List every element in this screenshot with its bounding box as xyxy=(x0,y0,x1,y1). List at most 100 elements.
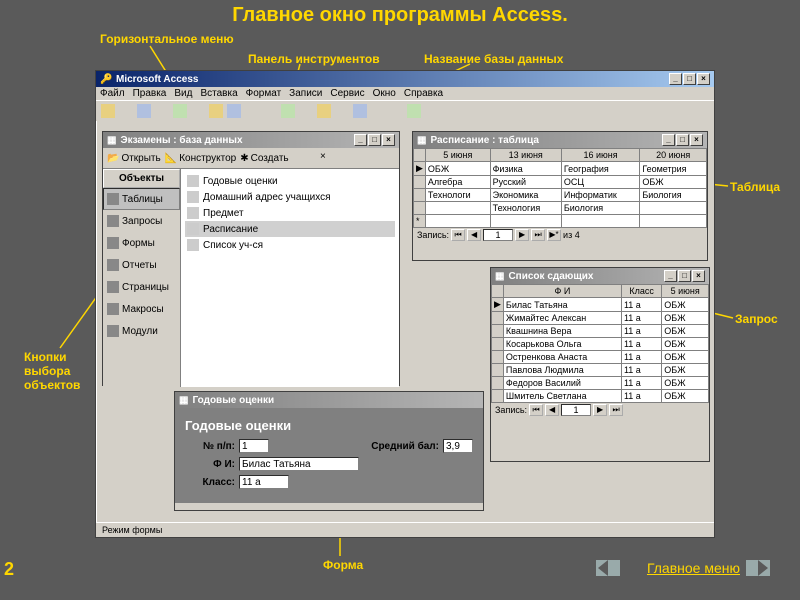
design-button[interactable]: 📐Конструктор xyxy=(165,153,236,164)
form-titlebar[interactable]: ▦ Годовые оценки xyxy=(175,392,483,408)
tool-icon[interactable] xyxy=(118,103,134,119)
table-obj-icon xyxy=(187,239,199,251)
tool-icon[interactable] xyxy=(334,103,350,119)
annot-form: Форма xyxy=(323,558,363,572)
sidebar-item-tables[interactable]: Таблицы xyxy=(103,188,180,210)
sidebar-item-macros[interactable]: Макросы xyxy=(103,298,180,320)
avg-label: Средний бал: xyxy=(359,441,439,452)
class-input[interactable]: 11 а xyxy=(239,475,289,489)
menu-help[interactable]: Справка xyxy=(404,88,443,99)
nav-first-button[interactable]: ⏮ xyxy=(451,229,465,241)
menu-view[interactable]: Вид xyxy=(174,88,192,99)
tool-icon[interactable] xyxy=(100,103,116,119)
maximize-button[interactable]: □ xyxy=(678,270,691,282)
tool-icon[interactable] xyxy=(370,103,386,119)
object-list: Годовые оценки Домашний адрес учащихся П… xyxy=(181,169,399,387)
table-row: Шмитель Светлана11 аОБЖ xyxy=(492,390,709,403)
nav-position[interactable]: 1 xyxy=(483,229,513,241)
nav-next-button[interactable]: ▶ xyxy=(593,404,607,416)
titlebar[interactable]: 🔑 Microsoft Access _ □ × xyxy=(96,71,714,87)
create-button[interactable]: ✱Создать xyxy=(240,153,288,164)
tool-icon[interactable] xyxy=(280,103,296,119)
nav-prev-button[interactable]: ◀ xyxy=(467,229,481,241)
table-row: Федоров Василий11 аОБЖ xyxy=(492,377,709,390)
annot-toolbar: Панель инструментов xyxy=(248,52,380,66)
maximize-button[interactable]: □ xyxy=(368,134,381,146)
menu-records[interactable]: Записи xyxy=(289,88,322,99)
list-item[interactable]: Список уч-ся xyxy=(185,237,395,253)
maximize-button[interactable]: □ xyxy=(676,134,689,146)
form-icon xyxy=(107,237,119,249)
menu-edit[interactable]: Правка xyxy=(133,88,167,99)
nav-prev-button[interactable]: ◀ xyxy=(545,404,559,416)
table-titlebar[interactable]: ▦ Расписание : таблица _□× xyxy=(413,132,707,148)
tool-icon[interactable] xyxy=(208,103,224,119)
sidebar-item-modules[interactable]: Модули xyxy=(103,320,180,342)
nav-last-button[interactable]: ⏭ xyxy=(609,404,623,416)
list-item[interactable]: Домашний адрес учащихся xyxy=(185,189,395,205)
list-item[interactable]: Расписание xyxy=(185,221,395,237)
menu-tools[interactable]: Сервис xyxy=(330,88,364,99)
tool-icon[interactable] xyxy=(298,103,314,119)
nav-next-button[interactable]: ▶ xyxy=(515,229,529,241)
schedule-grid[interactable]: 5 июня13 июня16 июня20 июня ▶ОБЖФизикаГе… xyxy=(413,148,707,228)
minimize-button[interactable]: _ xyxy=(669,73,682,85)
db-titlebar[interactable]: ▦ Экзамены : база данных _□× xyxy=(103,132,399,148)
menu-insert[interactable]: Вставка xyxy=(200,88,237,99)
tool-icon[interactable] xyxy=(154,103,170,119)
close-button[interactable]: × xyxy=(690,134,703,146)
num-input[interactable]: 1 xyxy=(239,439,269,453)
sidebar-item-queries[interactable]: Запросы xyxy=(103,210,180,232)
form-title: Годовые оценки xyxy=(192,395,274,406)
tool-icon[interactable] xyxy=(316,103,332,119)
menu-file[interactable]: Файл xyxy=(100,88,125,99)
tool-icon[interactable] xyxy=(388,103,404,119)
minimize-button[interactable]: _ xyxy=(664,270,677,282)
sidebar-item-pages[interactable]: Страницы xyxy=(103,276,180,298)
tool-icon[interactable] xyxy=(406,103,422,119)
query-titlebar[interactable]: ▦ Список сдающих _□× xyxy=(491,268,709,284)
tool-icon[interactable] xyxy=(352,103,368,119)
close-button[interactable]: × xyxy=(382,134,395,146)
report-icon xyxy=(107,259,119,271)
table-title: Расписание : таблица xyxy=(430,135,538,146)
table-obj-icon xyxy=(187,175,199,187)
next-slide-button[interactable] xyxy=(746,560,770,576)
tool-icon[interactable] xyxy=(339,150,355,166)
maximize-button[interactable]: □ xyxy=(683,73,696,85)
list-item[interactable]: Предмет xyxy=(185,205,395,221)
menu-window[interactable]: Окно xyxy=(373,88,396,99)
tool-icon[interactable] xyxy=(136,103,152,119)
table-row: Косарькова Ольга11 аОБЖ xyxy=(492,338,709,351)
close-button[interactable]: × xyxy=(697,73,710,85)
tool-icon[interactable]: × xyxy=(319,150,335,166)
menu-format[interactable]: Формат xyxy=(246,88,282,99)
sidebar-item-reports[interactable]: Отчеты xyxy=(103,254,180,276)
nav-first-button[interactable]: ⏮ xyxy=(529,404,543,416)
page-icon xyxy=(107,281,119,293)
toolbar xyxy=(96,100,714,121)
tool-icon[interactable] xyxy=(359,150,375,166)
fio-input[interactable]: Билас Татьяна xyxy=(239,457,359,471)
menubar[interactable]: Файл Правка Вид Вставка Формат Записи Се… xyxy=(96,87,714,100)
prev-slide-button[interactable] xyxy=(596,560,620,576)
close-button[interactable]: × xyxy=(692,270,705,282)
minimize-button[interactable]: _ xyxy=(354,134,367,146)
list-item[interactable]: Годовые оценки xyxy=(185,173,395,189)
avg-input[interactable]: 3,9 xyxy=(443,439,473,453)
tool-icon[interactable] xyxy=(244,103,260,119)
annot-horiz-menu: Горизонтальное меню xyxy=(100,32,234,46)
nav-last-button[interactable]: ⏭ xyxy=(531,229,545,241)
sidebar-item-forms[interactable]: Формы xyxy=(103,232,180,254)
minimize-button[interactable]: _ xyxy=(662,134,675,146)
query-grid[interactable]: Ф ИКласс5 июня ▶Билас Татьяна11 аОБЖ Жим… xyxy=(491,284,709,403)
nav-position[interactable]: 1 xyxy=(561,404,591,416)
tool-icon[interactable] xyxy=(190,103,206,119)
main-menu-link[interactable]: Главное меню xyxy=(647,560,740,576)
tool-icon[interactable] xyxy=(226,103,242,119)
tool-icon[interactable] xyxy=(262,103,278,119)
nav-new-button[interactable]: ▶* xyxy=(547,229,561,241)
open-button[interactable]: 📂Открыть xyxy=(107,153,161,164)
tool-icon[interactable] xyxy=(379,150,395,166)
tool-icon[interactable] xyxy=(172,103,188,119)
